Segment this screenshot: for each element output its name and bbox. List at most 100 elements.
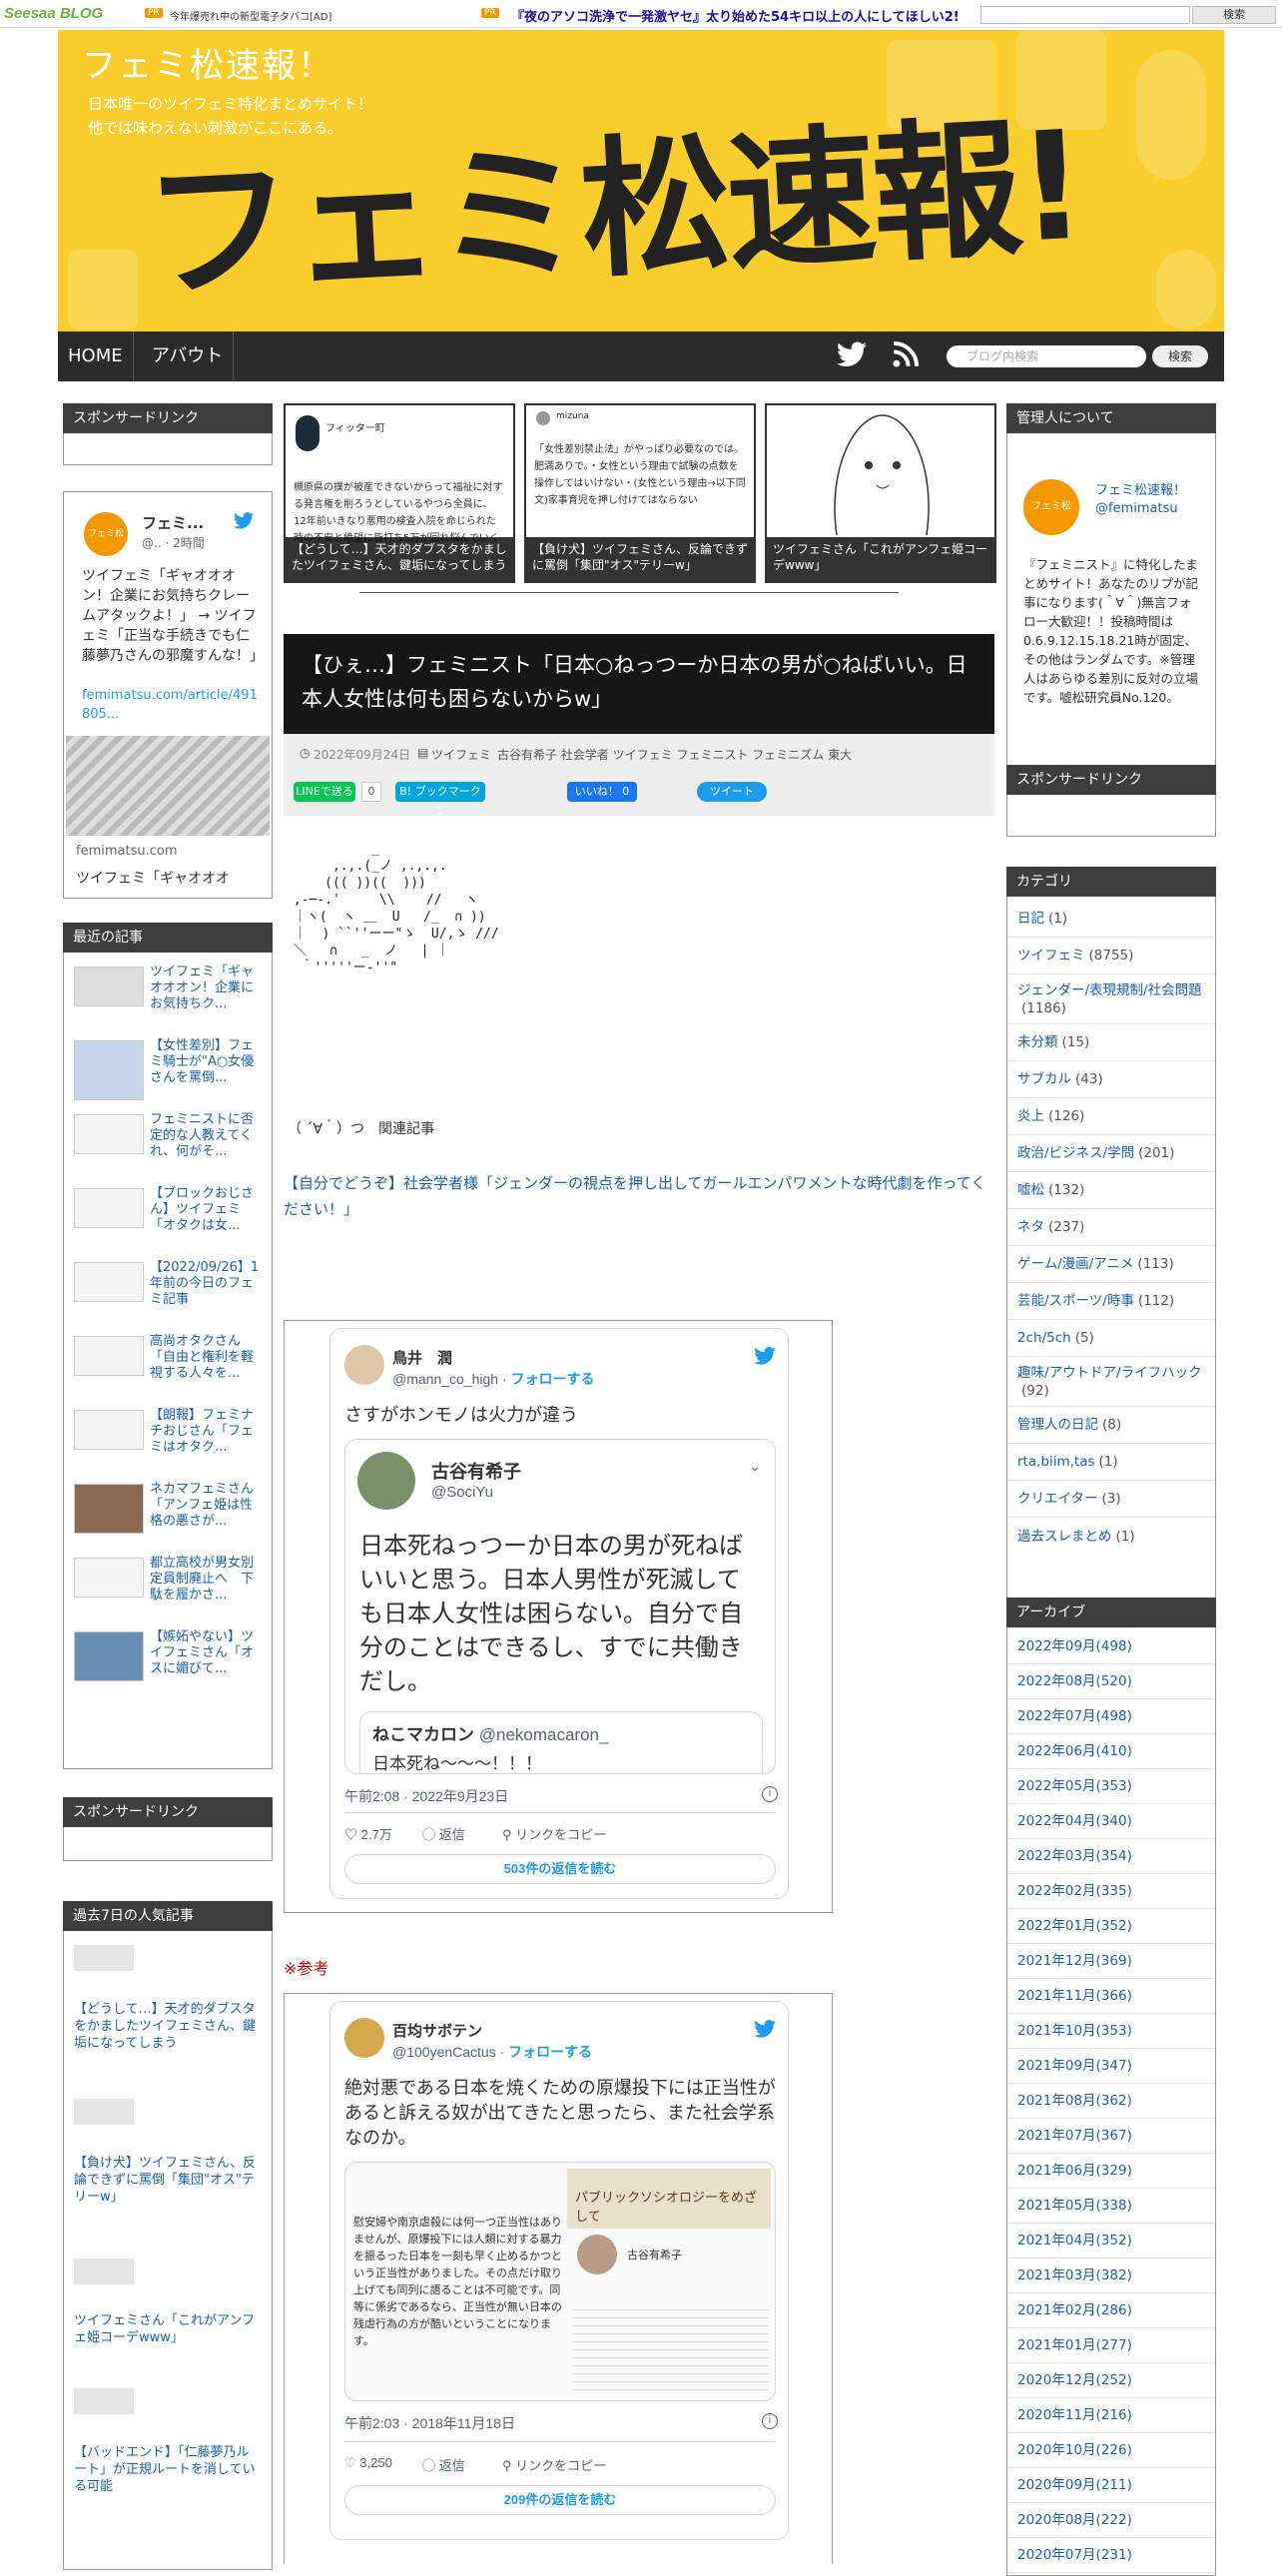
topbar-ad-link[interactable]: 今年爆売れ中の新型電子タバコ[AD] [170,8,331,23]
site-title[interactable]: フェミ松速報！ [82,38,333,87]
list-item[interactable]: ネカマフェミさん「アンフェ姫は性格の悪さが... [64,1474,272,1548]
article-link[interactable]: ツイフェミ「ギャオオオン！企業にお気持ちク... [150,965,264,1012]
featured-article-card[interactable]: ツイフェミさん「これがアンフェ姫コーデwww」 [765,403,996,583]
quoted-tweet[interactable]: 古谷有希子 @SociYu ⌄ 日本死ねっつーか日本の男が死ねばいいと思う。日本… [344,1439,776,1774]
archive-link[interactable]: 2022年06月(410) [1017,1742,1132,1760]
topbar-search-button[interactable]: 検索 [1192,6,1276,24]
archive-item[interactable]: 2022年04月(340) [1007,1804,1215,1839]
archive-link[interactable]: 2022年07月(498) [1017,1707,1132,1725]
archive-link[interactable]: 2021年04月(352) [1017,2232,1132,2250]
category-link[interactable]: サブカル [1017,1071,1071,1087]
archive-item[interactable]: 2021年12月(369) [1007,1944,1215,1979]
category-link[interactable]: ツイフェミ [1017,948,1085,964]
tweet-author-name[interactable]: 百均サボテン [392,2020,482,2041]
archive-item[interactable]: 2022年08月(520) [1007,1664,1215,1699]
info-icon[interactable]: i [762,1786,778,1802]
archive-item[interactable]: 2020年12月(252) [1007,2363,1215,2398]
category-item[interactable]: 過去スレまとめ (1) [1007,1518,1215,1555]
article-thumbnail[interactable] [74,1410,144,1450]
list-item[interactable]: 【ブロックおじさん】ツイフェミ「オタクは女... [64,1178,272,1252]
archive-link[interactable]: 2020年12月(252) [1017,2371,1132,2389]
featured-article-card[interactable]: フィッター町 槻原県の撲が被産できないからって福祉に対する発言権を削ろうとしてい… [284,403,515,583]
twitter-bird-icon[interactable] [754,2020,776,2038]
article-category[interactable]: ツイフェミ [431,746,491,763]
category-item[interactable]: 日記 (1) [1007,901,1215,938]
line-share-button[interactable]: LINEで送る [294,782,355,802]
category-item[interactable]: 政治/ビジネス/学問 (201) [1007,1135,1215,1172]
article-thumbnail[interactable] [74,2388,134,2414]
article-link[interactable]: 【ブロックおじさん】ツイフェミ「オタクは女... [150,1186,264,1234]
nav-search-button[interactable]: 検索 [1152,345,1208,367]
archive-link[interactable]: 2021年09月(347) [1017,2057,1132,2075]
archive-link[interactable]: 2022年04月(340) [1017,1812,1132,1830]
archive-link[interactable]: 2021年10月(353) [1017,2022,1132,2040]
archive-link[interactable]: 2021年03月(382) [1017,2266,1132,2284]
article-link[interactable]: 都立高校が男女別定員制廃止へ 下駄を履かさ... [150,1556,264,1604]
archive-item[interactable]: 2021年04月(352) [1007,2224,1215,2258]
category-item[interactable]: ツイフェミ (8755) [1007,938,1215,974]
avatar[interactable]: フェミ松 [84,512,128,556]
category-link[interactable]: 芸能/スポーツ/時事 [1017,1293,1134,1309]
follow-button[interactable]: フォローする [511,1371,595,1387]
article-thumbnail[interactable] [74,1040,144,1100]
archive-item[interactable]: 2021年05月(338) [1007,2189,1215,2224]
related-article-link[interactable]: 【自分でどうぞ】社会学者様「ジェンダーの視点を押し出してガールエンパワメントな時… [284,1170,994,1222]
like-action[interactable]: ♡ 2.7万 [344,1824,392,1843]
featured-caption[interactable]: 【負け犬】ツイフェミさん、反論できずに罵倒「集団"オス"テリーw」 [526,537,754,581]
archive-link[interactable]: 2022年05月(353) [1017,1777,1132,1795]
archive-link[interactable]: 2020年11月(216) [1017,2406,1132,2424]
twitter-bird-icon[interactable] [754,1347,776,1365]
archive-item[interactable]: 2021年10月(353) [1007,2014,1215,2049]
follow-button[interactable]: フォローする [508,2044,592,2060]
category-item[interactable]: クリエイター (3) [1007,1481,1215,1518]
ad-slot[interactable] [1006,795,1216,837]
category-item[interactable]: ゲーム/漫画/アニメ (113) [1007,1246,1215,1283]
archive-item[interactable]: 2022年07月(498) [1007,1699,1215,1734]
category-item[interactable]: rta,biim,tas (1) [1007,1444,1215,1481]
topbar-ad-link[interactable]: 『夜のアソコ洗浄で一発激ヤセ』太り始めた54キロ以上の人にしてほしい2! [511,6,960,25]
tweet-card-image[interactable] [66,736,270,836]
archive-item[interactable]: 2020年09月(211) [1007,2468,1215,2503]
list-item[interactable]: ツイフェミ「ギャオオオン！企業にお気持ちク... [64,957,272,1030]
category-link[interactable]: 日記 [1017,911,1044,927]
article-thumbnail[interactable] [74,1484,144,1534]
article-link[interactable]: 【嫉妬やない】ツイフェミさん「オスに媚びて... [150,1629,264,1677]
twitter-icon[interactable] [837,341,867,371]
archive-item[interactable]: 2022年03月(354) [1007,1839,1215,1874]
archive-link[interactable]: 2021年05月(338) [1017,2197,1132,2215]
article-thumbnail[interactable] [74,2258,134,2284]
article-link[interactable]: 【朗報】フェミナチおじさん「フェミはオタク... [150,1408,264,1456]
archive-item[interactable]: 2022年05月(353) [1007,1769,1215,1804]
archive-link[interactable]: 2021年06月(329) [1017,2162,1132,2180]
tweet-image[interactable]: 慰安婦や南京虐殺には何一つ正当性はありませんが、原爆投下には人類に対する暴力を振… [344,2162,776,2401]
article-thumbnail[interactable] [74,1336,144,1376]
list-item[interactable]: ツイフェミさん「これがアンフェ姫コーデwww」 [64,2251,272,2380]
archive-item[interactable]: 2021年02月(286) [1007,2293,1215,2328]
category-link[interactable]: rta,biim,tas [1017,1454,1095,1470]
archive-item[interactable]: 2020年11月(216) [1007,2398,1215,2433]
ad-slot[interactable] [63,1827,273,1861]
archive-item[interactable]: 2021年03月(382) [1007,2258,1215,2293]
article-tags[interactable]: 古谷有希子 社会学者 ツイフェミ フェミニスト フェミニズム 東大 [497,746,852,763]
archive-item[interactable]: 2022年02月(335) [1007,1874,1215,1909]
article-link[interactable]: ツイフェミさん「これがアンフェ姫コーデwww」 [74,2312,262,2346]
tweet-author-name[interactable]: 鳥井 潤 [392,1347,452,1368]
admin-name[interactable]: フェミ松速報！ [1095,479,1186,498]
list-item[interactable]: 【2022/09/26】1年前の今日のフェミ記事 [64,1252,272,1326]
category-link[interactable]: 嘘松 [1017,1182,1044,1198]
category-link[interactable]: 2ch/5ch [1017,1330,1071,1346]
archive-item[interactable]: 2021年11月(366) [1007,1979,1215,2014]
archive-item[interactable]: 2020年08月(222) [1007,2503,1215,2538]
list-item[interactable]: 【負け犬】ツイフェミさん、反論できずに罵倒「集団"オス"テリーw」 [64,2091,272,2251]
list-item[interactable]: 【朗報】フェミナチおじさん「フェミはオタク... [64,1400,272,1474]
archive-link[interactable]: 2021年12月(369) [1017,1952,1132,1970]
category-link[interactable]: クリエイター [1017,1491,1097,1507]
category-link[interactable]: 政治/ビジネス/学問 [1017,1145,1134,1161]
archive-item[interactable]: 2021年06月(329) [1007,2154,1215,2189]
admin-handle[interactable]: @femimatsu [1095,501,1178,516]
nav-search-input[interactable]: ブログ内検索 [947,345,1146,367]
avatar[interactable]: フェミ松 [1023,479,1079,535]
archive-item[interactable]: 2021年08月(362) [1007,2084,1215,2119]
tweet-timestamp[interactable]: 午前2:03 · 2018年11月18日 [344,2413,515,2433]
tweet-author-name[interactable]: フェミ... [142,512,204,533]
